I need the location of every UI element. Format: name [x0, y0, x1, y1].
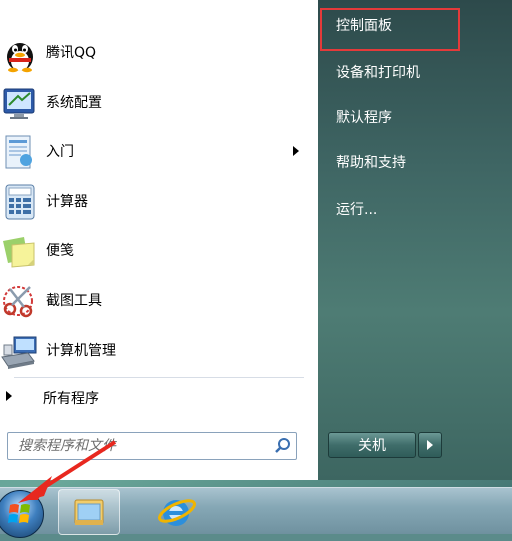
right-item-run[interactable]: 运行...	[336, 199, 377, 219]
program-label: 系统配置	[46, 95, 102, 111]
taskbar-ie-button[interactable]	[150, 489, 206, 533]
search-input[interactable]	[18, 436, 258, 456]
expand-arrow-icon	[6, 391, 12, 401]
program-item-sticky-notes[interactable]: 便笺	[0, 226, 318, 274]
program-item-calculator[interactable]: 计算器	[0, 177, 318, 225]
internet-explorer-icon	[158, 499, 196, 526]
start-orb-icon[interactable]	[0, 490, 44, 538]
right-item-control-panel[interactable]: 控制面板	[336, 15, 392, 35]
search-box[interactable]	[7, 432, 297, 460]
sticky-notes-icon	[3, 237, 35, 268]
windows-logo-icon	[8, 504, 30, 523]
program-item-snipping-tool[interactable]: 截图工具	[0, 276, 318, 324]
program-label: 截图工具	[46, 293, 102, 309]
start-menu-left-pane: 腾讯QQ 系统配置 入门 计算器 便笺 截图工具 计算机管理 所有程序 搜索程序…	[0, 0, 319, 480]
computer-management-icon	[1, 336, 37, 369]
chevron-right-icon	[427, 440, 433, 450]
right-item-default-programs[interactable]: 默认程序	[336, 107, 392, 127]
system-config-icon	[3, 88, 35, 119]
right-item-devices-printers[interactable]: 设备和打印机	[336, 62, 420, 82]
windows-explorer-icon	[74, 499, 104, 525]
program-label: 计算器	[46, 194, 88, 210]
getting-started-icon	[5, 135, 32, 169]
program-item-getting-started[interactable]: 入门	[0, 127, 318, 175]
menu-separator	[14, 377, 304, 378]
calculator-icon	[5, 184, 35, 220]
search-icon[interactable]	[273, 436, 293, 456]
program-label: 入门	[46, 144, 74, 160]
program-label: 计算机管理	[46, 343, 116, 359]
start-menu: 腾讯QQ 系统配置 入门 计算器 便笺 截图工具 计算机管理 所有程序 搜索程序…	[0, 0, 512, 480]
taskbar-explorer-button[interactable]	[58, 489, 120, 535]
all-programs-label: 所有程序	[43, 391, 99, 407]
program-item-computer-management[interactable]: 计算机管理	[0, 326, 318, 374]
snipping-tool-icon	[3, 286, 33, 318]
shutdown-button[interactable]: 关机	[328, 432, 416, 458]
right-item-help-support[interactable]: 帮助和支持	[336, 152, 406, 172]
program-item-system-config[interactable]: 系统配置	[0, 78, 318, 126]
program-label: 腾讯QQ	[46, 45, 97, 61]
program-label: 便笺	[46, 243, 74, 259]
program-item-qq[interactable]: 腾讯QQ	[0, 28, 318, 76]
submenu-arrow-icon[interactable]	[293, 146, 299, 156]
all-programs-button[interactable]: 所有程序	[0, 384, 318, 412]
shutdown-options-button[interactable]	[418, 432, 442, 458]
qq-penguin-icon	[7, 43, 33, 73]
